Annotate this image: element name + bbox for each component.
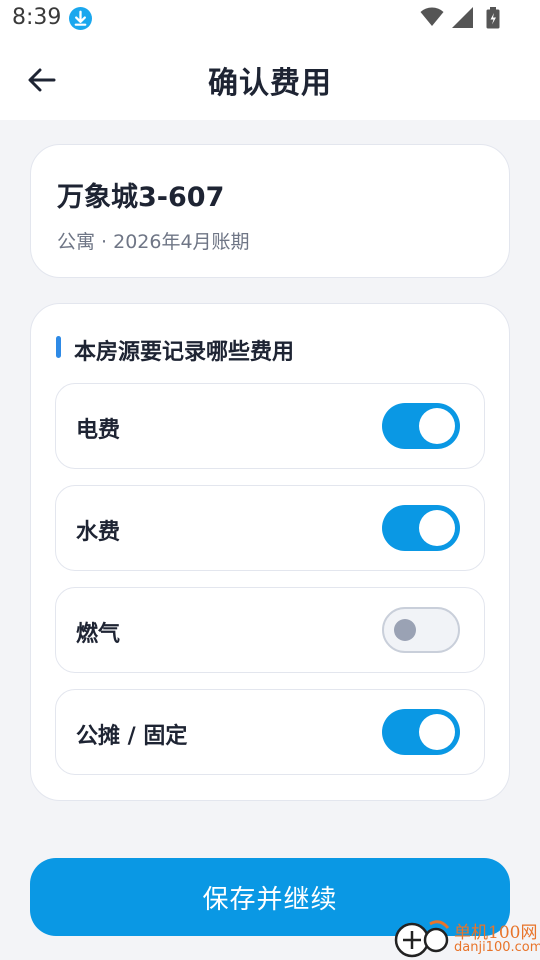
- watermark-logo-icon: [394, 920, 450, 958]
- fee-row-gas: 燃气: [55, 587, 485, 673]
- section-title: 本房源要记录哪些费用: [74, 340, 295, 365]
- fee-row-water: 水费: [55, 485, 485, 571]
- fee-row-shared: 公摊 / 固定: [55, 689, 485, 775]
- property-name: 万象城3-607: [57, 182, 225, 213]
- status-time: 8:39: [12, 5, 62, 30]
- shared-fixed-toggle[interactable]: [382, 709, 460, 755]
- wifi-icon: [420, 7, 444, 26]
- page-title: 确认费用: [208, 66, 332, 101]
- toggle-knob: [419, 714, 455, 750]
- battery-icon: [486, 7, 500, 29]
- fees-card: 本房源要记录哪些费用 电费 水费 燃气 公摊 / 固定: [30, 303, 510, 801]
- property-card: 万象城3-607 公寓 · 2026年4月账期: [30, 144, 510, 278]
- watermark: 单机100网 danji100.com: [392, 916, 540, 960]
- fee-label: 公摊 / 固定: [76, 724, 188, 749]
- fee-label: 燃气: [76, 622, 121, 647]
- download-icon: [69, 7, 92, 30]
- gas-toggle[interactable]: [382, 607, 460, 653]
- app-bar: 确认费用: [0, 38, 540, 120]
- section-marker: [56, 336, 61, 358]
- fee-label: 电费: [76, 418, 121, 443]
- signal-icon: [452, 7, 473, 28]
- watermark-domain: danji100.com: [454, 940, 540, 955]
- toggle-knob: [394, 619, 416, 641]
- property-subtitle: 公寓 · 2026年4月账期: [57, 231, 250, 253]
- fee-label: 水费: [76, 520, 121, 545]
- fee-row-electricity: 电费: [55, 383, 485, 469]
- electricity-toggle[interactable]: [382, 403, 460, 449]
- status-bar: 8:39: [0, 0, 540, 38]
- toggle-knob: [419, 510, 455, 546]
- toggle-knob: [419, 408, 455, 444]
- water-toggle[interactable]: [382, 505, 460, 551]
